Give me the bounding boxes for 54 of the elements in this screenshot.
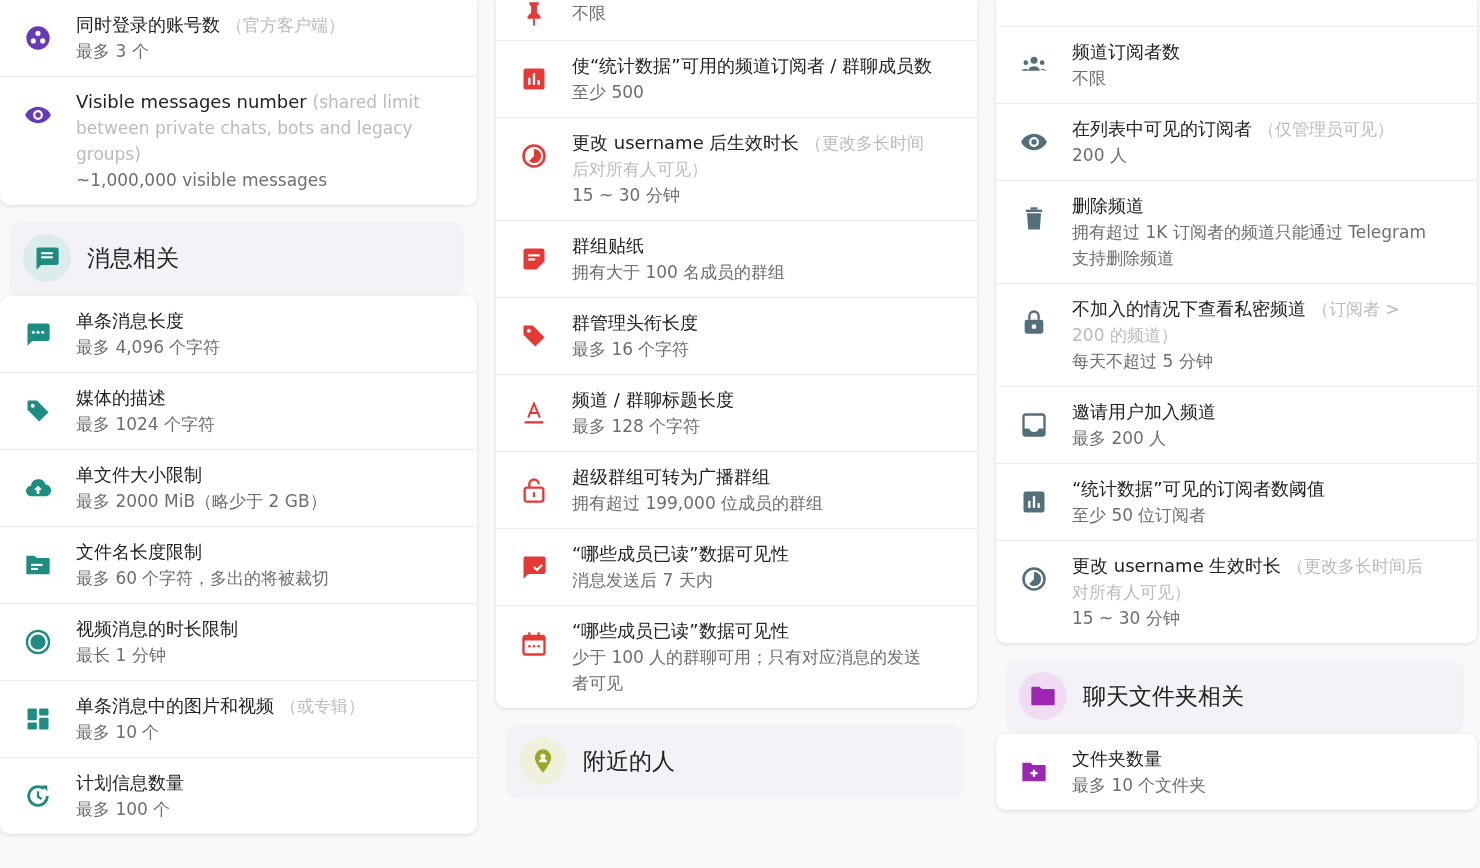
item-value: 最多 200 人 <box>1072 427 1168 450</box>
item-title: 同时登录的账号数 （官方客户端） <box>76 13 345 37</box>
item-title: 邀请用户加入频道 <box>1072 400 1216 424</box>
item-title: 群组贴纸 <box>572 234 645 258</box>
item-value: 每天不超过 5 分钟 <box>1072 350 1214 373</box>
item-value: 最多 10 个 <box>76 721 161 744</box>
item-title: 频道订阅者数 <box>1072 40 1180 64</box>
item-title: 频道 / 群聊标题长度 <box>572 388 734 412</box>
item-title: 单文件大小限制 <box>76 463 203 487</box>
item-value: 最多 16 个字符 <box>572 338 691 361</box>
item-value: 拥有超过 199,000 位成员的群组 <box>572 492 824 515</box>
item-value: 15 ~ 30 分钟 <box>1072 607 1181 630</box>
section-title: 聊天文件夹相关 <box>1083 681 1244 711</box>
item-title: 单条消息中的图片和视频 （或专辑） <box>76 694 365 718</box>
item-value: 200 人 <box>1072 144 1128 167</box>
item-value: 至少 50 位订阅者 <box>1072 504 1208 527</box>
item-value: 最多 128 个字符 <box>572 415 702 438</box>
item-value: 拥有大于 100 名成员的群组 <box>572 261 786 284</box>
item-value: 最多 2000 MiB（略少于 2 GB） <box>76 490 327 513</box>
item-title: 不加入的情况下查看私密频道 （订阅者 > 200 的频道） <box>1072 297 1401 347</box>
item-value: 最长 1 分钟 <box>76 644 167 667</box>
item-title: 文件名长度限制 <box>76 540 203 564</box>
item-value: 至少 500 <box>572 81 645 104</box>
item-value: 15 ~ 30 分钟 <box>572 184 681 207</box>
item-title: 删除频道 <box>1072 194 1145 218</box>
item-value: 最多 1024 个字符 <box>76 413 216 436</box>
item-value: 少于 100 人的群聊可用；只有对应消息的发送者可见 <box>572 646 923 695</box>
item-title: 群管理头衔长度 <box>572 311 698 335</box>
item-value: 消息发送后 7 天内 <box>572 569 714 592</box>
item-value: ~1,000,000 visible messages <box>76 169 329 192</box>
item-title: 单条消息长度 <box>76 309 185 333</box>
item-value: 最多 4,096 个字符 <box>76 336 221 359</box>
item-title: 媒体的描述 <box>76 386 167 410</box>
item-value: 不限 <box>1072 67 1107 90</box>
item-value: 最多 3 个 <box>76 40 150 63</box>
item-value: 最多 10 个文件夹 <box>1072 774 1207 797</box>
item-title: Visible messages number (shared limit between private chats, bots and legacy groups) <box>76 90 421 166</box>
item-title: “哪些成员已读”数据可见性 <box>572 542 789 566</box>
item-title: 更改 username 后生效时长 （更改多长时间后对所有人可见） <box>572 131 926 181</box>
item-value: 最多 100 个 <box>76 798 172 821</box>
item-value: 拥有超过 1K 订阅者的频道只能通过 Telegram 支持删除频道 <box>1072 221 1428 270</box>
item-title: 在列表中可见的订阅者 （仅管理员可见） <box>1072 117 1394 141</box>
item-title: 视频消息的时长限制 <box>76 617 238 641</box>
item-title: “统计数据”可见的订阅者数阈值 <box>1072 477 1325 501</box>
item-title: 更改 username 生效时长 （更改多长时间后对所有人可见） <box>1072 554 1425 604</box>
item-title: “哪些成员已读”数据可见性 <box>572 619 790 643</box>
item-title: 计划信息数量 <box>76 771 184 795</box>
item-title: 使“统计数据”可用的频道订阅者 / 群聊成员数 <box>572 54 933 78</box>
item-value: 最多 60 个字符，多出的将被裁切 <box>76 567 330 590</box>
item-title: 文件夹数量 <box>1072 747 1163 771</box>
section-title: 消息相关 <box>87 243 179 273</box>
item-value: 不限 <box>572 2 606 25</box>
item-title: 超级群组可转为广播群组 <box>572 465 771 489</box>
section-title: 附近的人 <box>583 746 675 776</box>
